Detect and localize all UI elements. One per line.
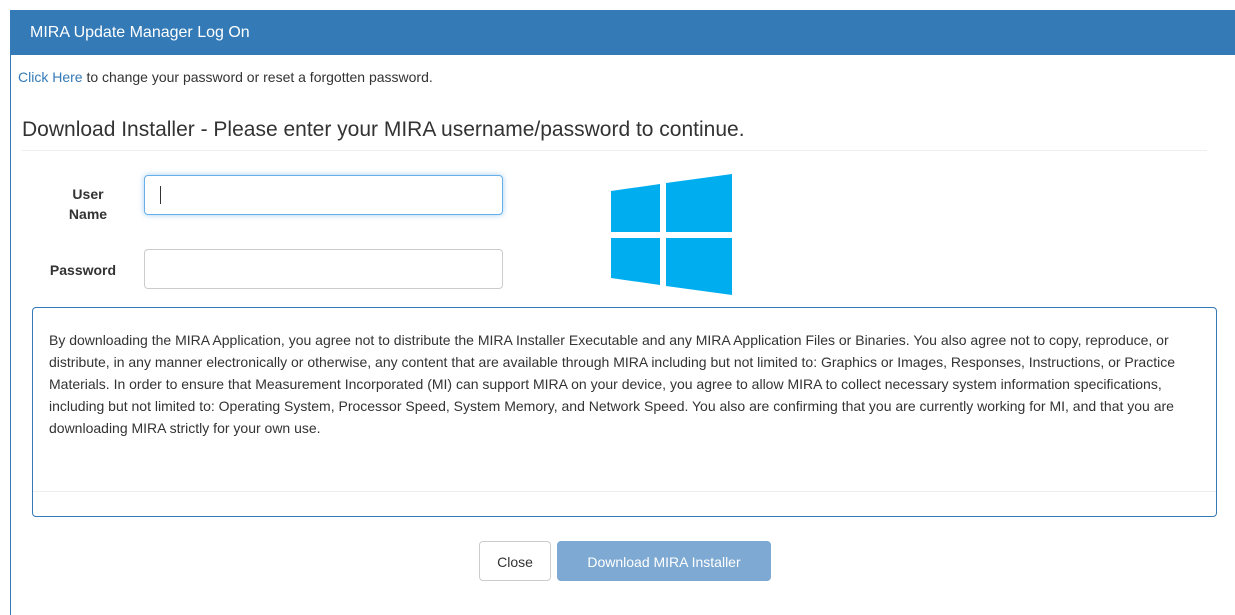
- password-field[interactable]: [144, 249, 503, 289]
- download-installer-button[interactable]: Download MIRA Installer: [557, 541, 771, 581]
- page-title: Download Installer - Please enter your M…: [22, 117, 1207, 151]
- password-label: Password: [49, 262, 117, 278]
- agreement-panel: By downloading the MIRA Application, you…: [32, 307, 1217, 517]
- agreement-text: By downloading the MIRA Application, you…: [33, 308, 1216, 492]
- username-label: User Name: [68, 186, 108, 222]
- password-notice: Click Here to change your password or re…: [18, 69, 433, 85]
- close-button[interactable]: Close: [479, 541, 551, 581]
- username-field[interactable]: [144, 175, 503, 215]
- notice-text: to change your password or reset a forgo…: [82, 69, 433, 85]
- dialog-title: MIRA Update Manager Log On: [11, 10, 1235, 55]
- click-here-link[interactable]: Click Here: [18, 69, 83, 85]
- text-cursor: [160, 186, 161, 204]
- windows-logo-icon: [611, 174, 732, 295]
